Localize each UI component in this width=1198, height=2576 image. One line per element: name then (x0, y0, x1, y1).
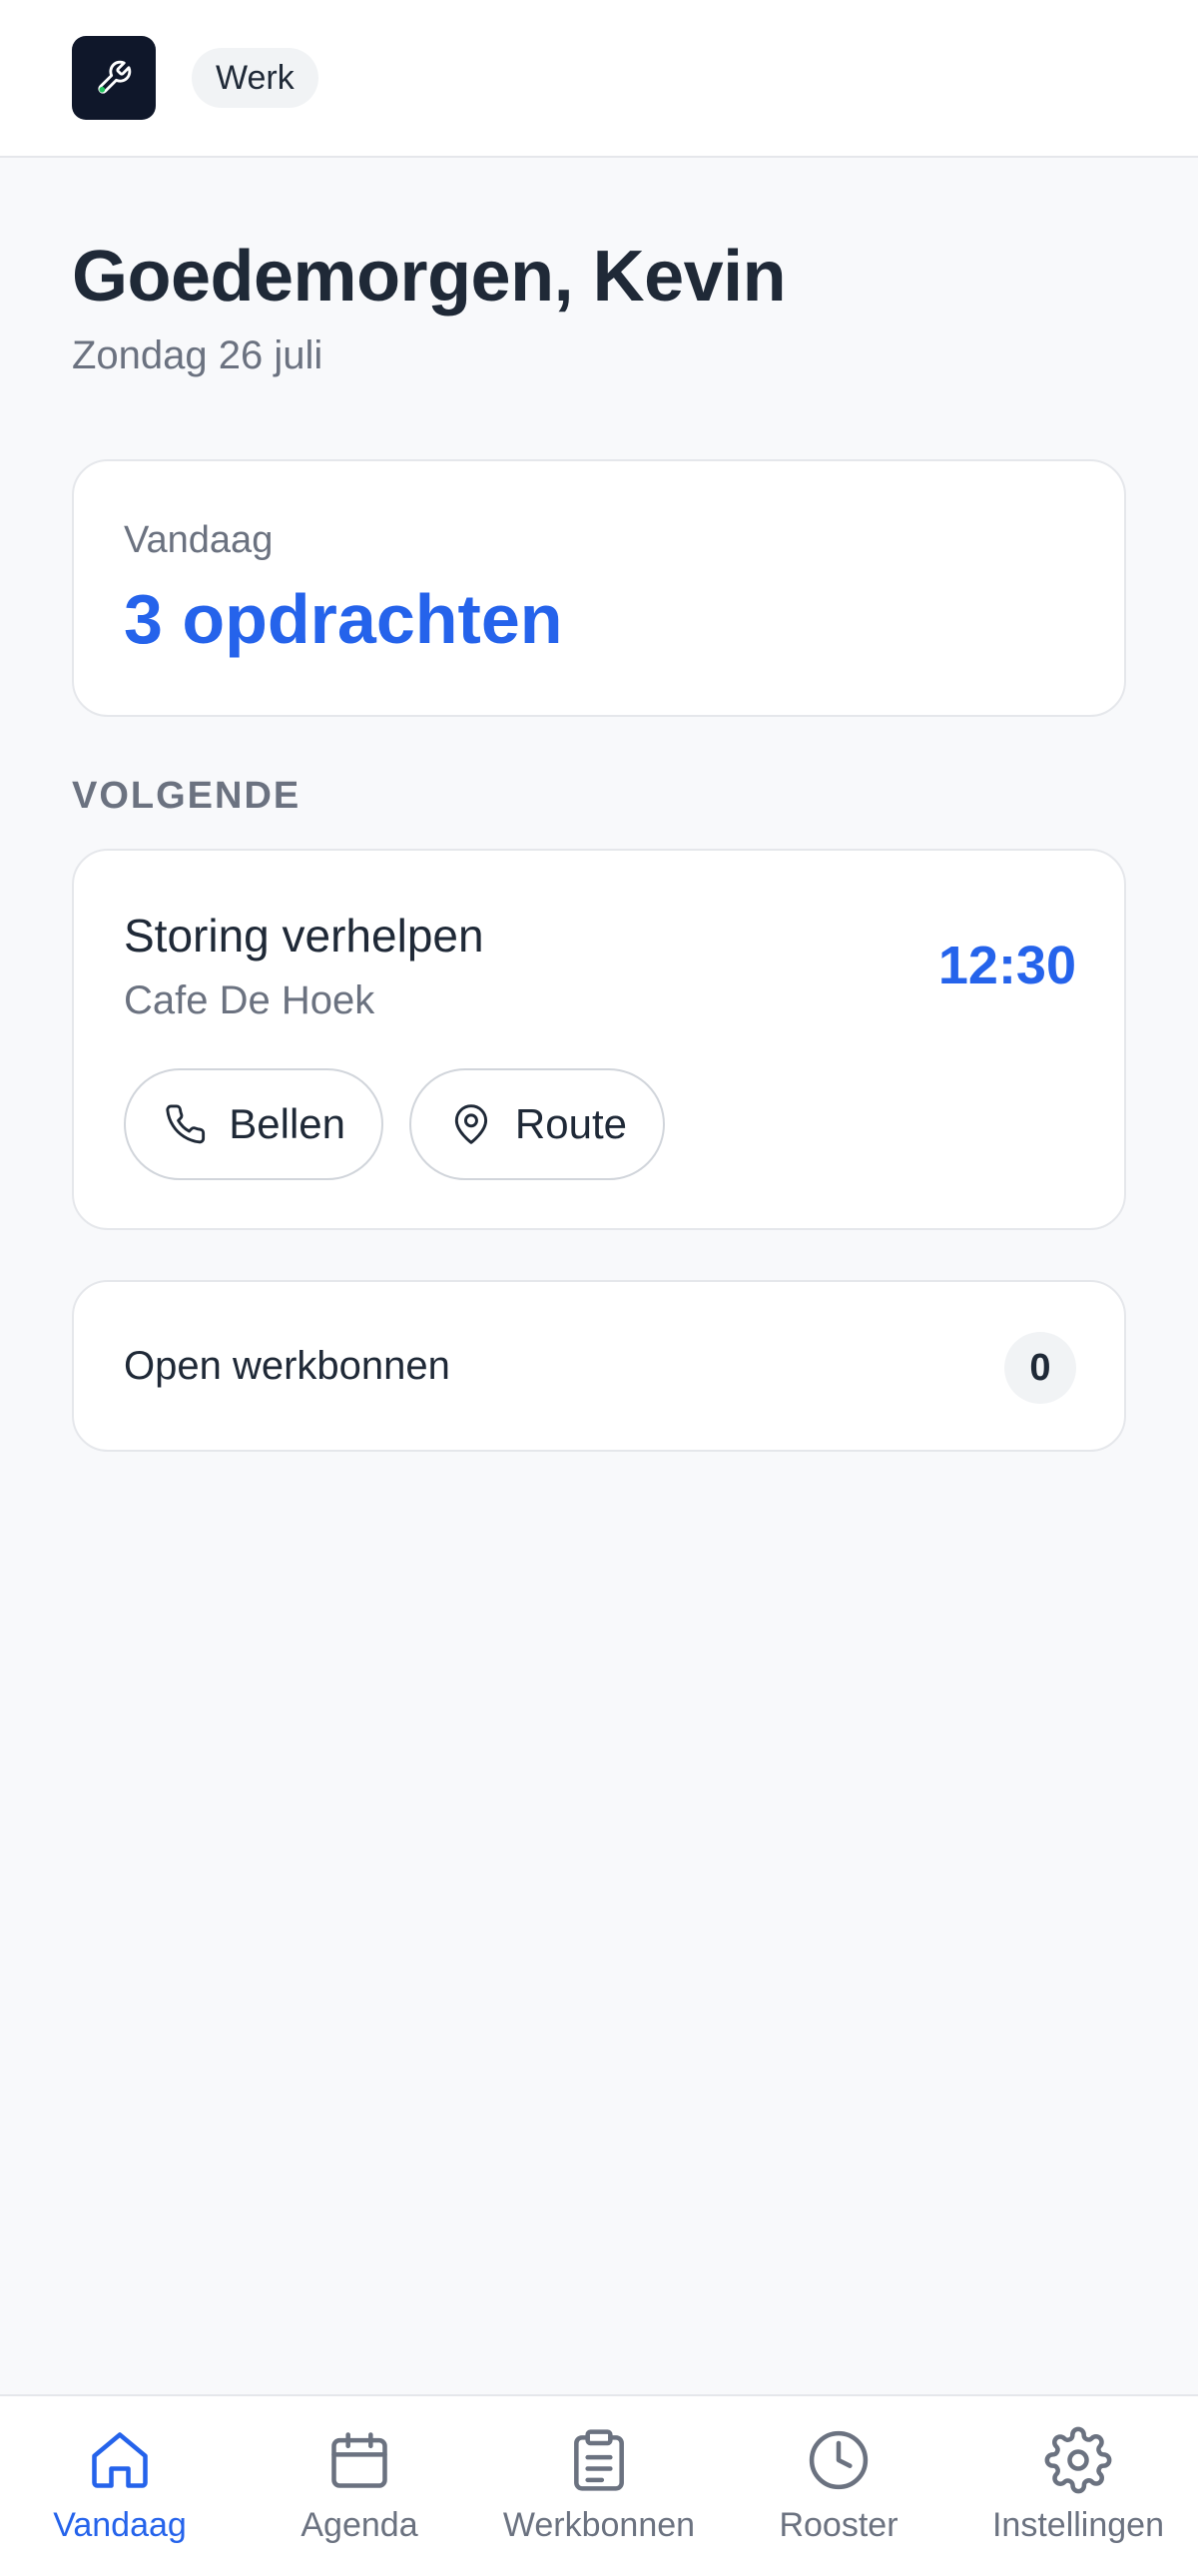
today-label: Vandaag (124, 519, 274, 561)
open-work-orders-card[interactable]: Open werkbonnen 0 (72, 1280, 1126, 1452)
top-header: Werk (0, 0, 1198, 158)
workspace-chip[interactable]: Werk (192, 48, 318, 108)
next-section-title: VOLGENDE (72, 775, 301, 817)
greeting-title: Goedemorgen, Kevin (72, 237, 787, 317)
job-time: 12:30 (937, 936, 1076, 995)
today-summary-card[interactable]: Vandaag 3 opdrachten (72, 459, 1126, 717)
app-screen: Werk Goedemorgen, Kevin Zondag 26 juli V… (0, 0, 1198, 2576)
current-date: Zondag 26 juli (72, 333, 323, 377)
job-client: Cafe De Hoek (124, 978, 375, 1022)
route-button[interactable]: Route (409, 1068, 665, 1180)
nav-item-werkbonnen[interactable]: Werkbonnen (479, 2396, 719, 2576)
open-work-orders-count: 0 (1004, 1332, 1076, 1404)
call-button[interactable]: Bellen (124, 1068, 383, 1180)
nav-item-vandaag[interactable]: Vandaag (0, 2396, 240, 2576)
gear-icon (1044, 2426, 1112, 2494)
nav-label: Vandaag (53, 2506, 187, 2544)
nav-label: Rooster (779, 2506, 898, 2544)
home-icon (92, 2432, 148, 2488)
today-job-count: 3 opdrachten (124, 580, 563, 658)
phone-icon (166, 1104, 206, 1144)
clipboard-icon (574, 2429, 624, 2491)
calendar-icon (331, 2432, 387, 2488)
map-pin-icon (454, 1104, 488, 1144)
nav-item-instellingen[interactable]: Instellingen (958, 2396, 1198, 2576)
route-button-label: Route (514, 1100, 627, 1147)
app-logo[interactable] (72, 36, 156, 120)
nav-label: Agenda (300, 2506, 418, 2544)
job-title: Storing verhelpen (124, 910, 484, 962)
nav-label: Instellingen (991, 2506, 1164, 2544)
wrench-icon (98, 60, 132, 94)
nav-item-agenda[interactable]: Agenda (240, 2396, 479, 2576)
nav-label: Werkbonnen (502, 2506, 696, 2544)
open-work-orders-label: Open werkbonnen (124, 1344, 450, 1388)
bottom-navigation: Vandaag Agenda Werkbonnen Rooster Instel… (0, 2394, 1198, 2576)
clock-icon (809, 2430, 869, 2490)
next-job-card[interactable]: Storing verhelpen Cafe De Hoek 12:30 Bel… (72, 849, 1126, 1230)
call-button-label: Bellen (229, 1100, 345, 1147)
nav-item-rooster[interactable]: Rooster (719, 2396, 958, 2576)
